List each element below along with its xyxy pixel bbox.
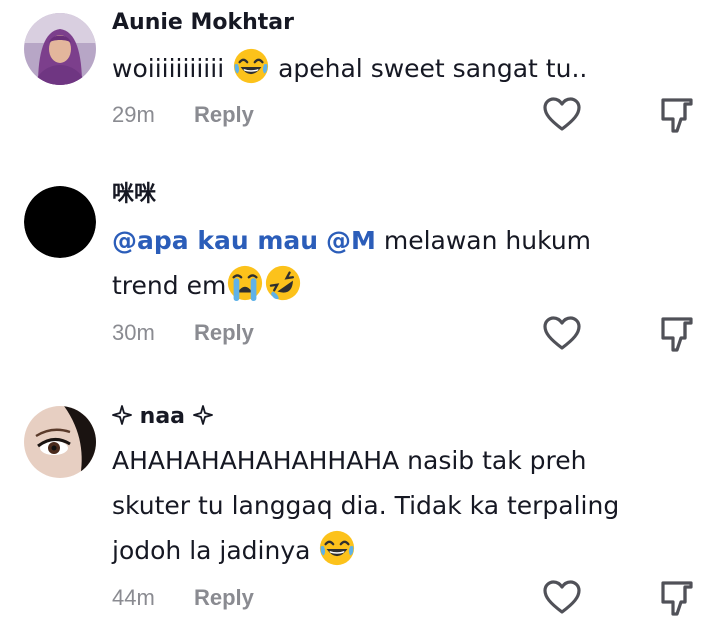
comment-item: Aunie Mokhtar woiiiiiiiiiii apehal sweet… [0, 0, 720, 160]
loudly-crying-emoji [226, 264, 264, 302]
comment-item: 咪咪 @apa kau mau @M melawan hukum trend e… [0, 178, 720, 378]
reply-button[interactable]: Reply [194, 585, 254, 611]
thumbs-down-outline-icon[interactable] [658, 95, 698, 135]
comment-meta: 30m Reply [112, 313, 254, 353]
username-text: naa [139, 404, 186, 429]
mention-link[interactable]: @M [326, 226, 376, 255]
thumbs-down-outline-icon[interactable] [658, 578, 698, 618]
comment-meta: 44m Reply [112, 578, 254, 618]
reply-button[interactable]: Reply [194, 320, 254, 346]
comment-timestamp: 44m [112, 585, 155, 610]
comment-username[interactable]: naa [112, 402, 700, 432]
avatar[interactable] [24, 13, 96, 85]
thumbs-down-outline-icon[interactable] [658, 314, 698, 354]
comment-item: naa AHAHAHAHAHAHHAHA nasib tak preh skut… [0, 398, 720, 632]
sparkle-icon [192, 404, 213, 425]
comment-timestamp: 30m [112, 320, 155, 345]
heart-outline-icon[interactable] [542, 314, 582, 354]
comment-text: AHAHAHAHAHAHHAHA nasib tak preh skuter t… [112, 438, 692, 573]
comment-text: woiiiiiiiiiii apehal sweet sangat tu.. [112, 46, 692, 91]
sparkle-icon [112, 404, 132, 425]
comment-username[interactable]: Aunie Mokhtar [112, 8, 700, 38]
avatar[interactable] [24, 186, 96, 258]
mention-link[interactable]: @apa kau mau [112, 226, 318, 255]
comment-text-part: apehal sweet sangat tu.. [278, 54, 588, 83]
comment-text-line: skuter tu langgaq dia. Tidak ka terpalin… [112, 491, 620, 520]
comment-text-part: melawan hukum [383, 226, 592, 255]
rofl-emoji [264, 264, 302, 302]
avatar[interactable] [24, 406, 96, 478]
reply-button[interactable]: Reply [194, 102, 254, 128]
comment-text-line: jodoh la jadinya [112, 536, 311, 565]
comment-text-line: AHAHAHAHAHAHHAHA nasib tak preh [112, 446, 587, 475]
joy-emoji [318, 529, 356, 567]
joy-emoji [232, 47, 270, 85]
comment-text: @apa kau mau @M melawan hukum trend em [112, 218, 692, 308]
heart-outline-icon[interactable] [542, 95, 582, 135]
comment-meta: 29m Reply [112, 95, 254, 135]
comment-text-part: trend em [112, 271, 227, 300]
comment-username[interactable]: 咪咪 [112, 180, 700, 210]
heart-outline-icon[interactable] [542, 578, 582, 618]
comment-timestamp: 29m [112, 102, 155, 127]
comment-text-part: woiiiiiiiiiii [112, 54, 225, 83]
